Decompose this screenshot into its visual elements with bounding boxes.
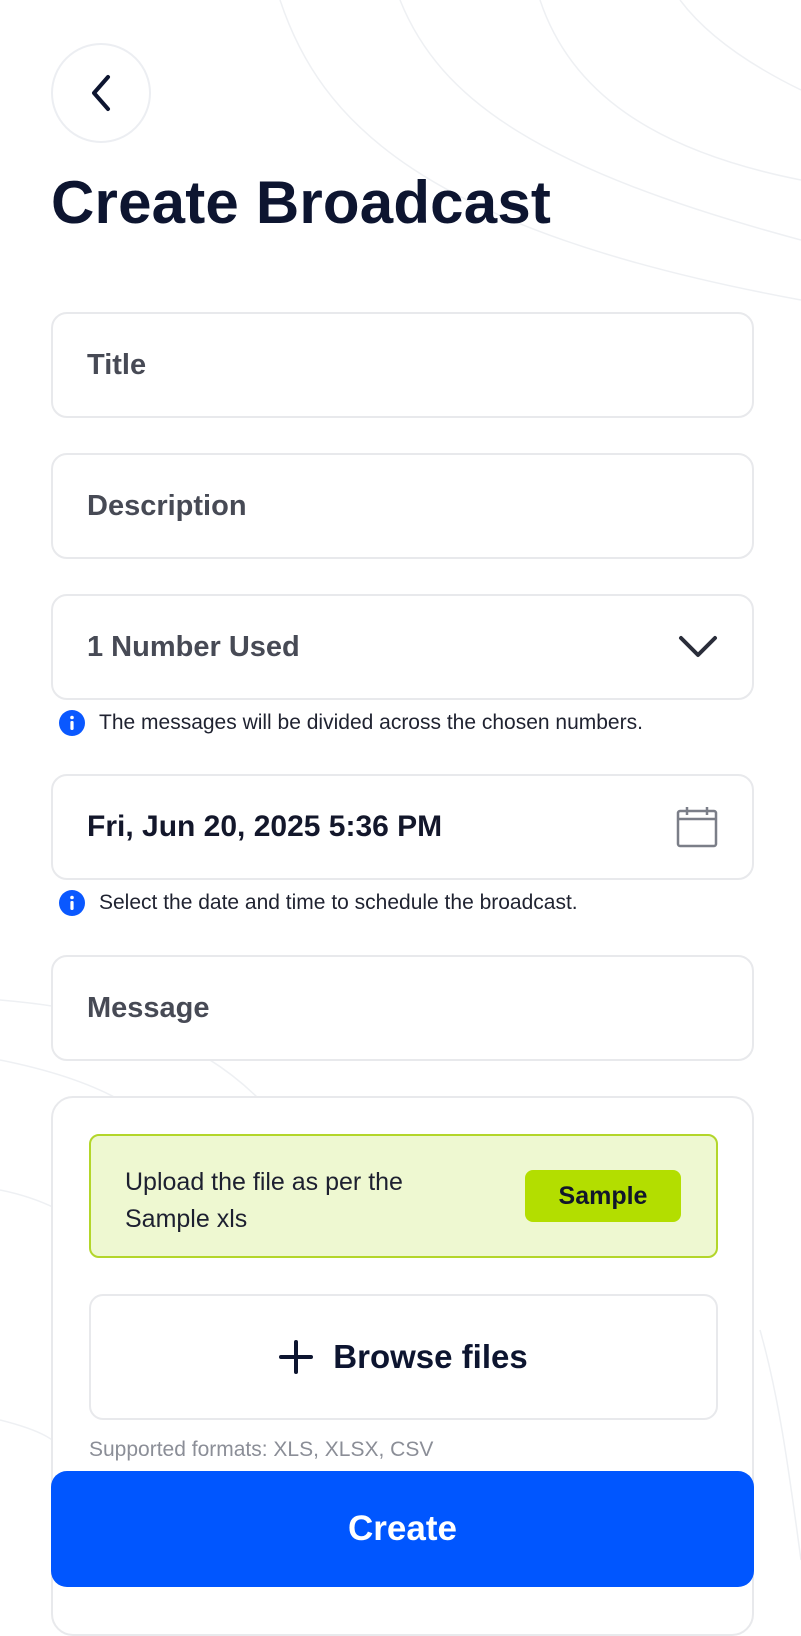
numbers-select-value: 1 Number Used [87, 630, 300, 663]
browse-files-button[interactable]: Browse files [89, 1294, 718, 1420]
schedule-datetime-field[interactable]: Fri, Jun 20, 2025 5:36 PM [51, 774, 754, 880]
upload-instruction: Upload the file as per the Sample xls [125, 1168, 403, 1233]
title-field[interactable]: Title [51, 312, 754, 418]
numbers-select[interactable]: 1 Number Used [51, 594, 754, 700]
supported-formats-text: Supported formats: XLS, XLSX, CSV [89, 1438, 434, 1461]
schedule-hint: Select the date and time to schedule the… [59, 890, 578, 916]
browse-files-label: Browse files [333, 1338, 528, 1375]
sample-info-box: Upload the file as per the Sample xls Sa… [89, 1134, 718, 1258]
numbers-hint: The messages will be divided across the … [59, 710, 643, 736]
plus-icon [279, 1340, 314, 1374]
title-placeholder: Title [87, 348, 147, 381]
back-button[interactable] [51, 43, 151, 143]
page-title: Create Broadcast [51, 169, 552, 236]
chevron-down-icon [679, 636, 717, 657]
schedule-hint-text: Select the date and time to schedule the… [99, 891, 578, 914]
schedule-datetime-value: Fri, Jun 20, 2025 5:36 PM [87, 810, 443, 843]
message-field[interactable]: Message [51, 955, 754, 1061]
calendar-icon[interactable] [676, 806, 718, 848]
description-field[interactable]: Description [51, 453, 754, 559]
description-placeholder: Description [87, 489, 247, 522]
create-button[interactable]: Create [51, 1471, 754, 1587]
info-icon [59, 710, 85, 736]
message-placeholder: Message [87, 991, 210, 1024]
sample-download-button[interactable]: Sample [525, 1170, 681, 1222]
info-icon [59, 890, 85, 916]
numbers-hint-text: The messages will be divided across the … [99, 711, 643, 734]
chevron-left-icon [92, 75, 110, 111]
